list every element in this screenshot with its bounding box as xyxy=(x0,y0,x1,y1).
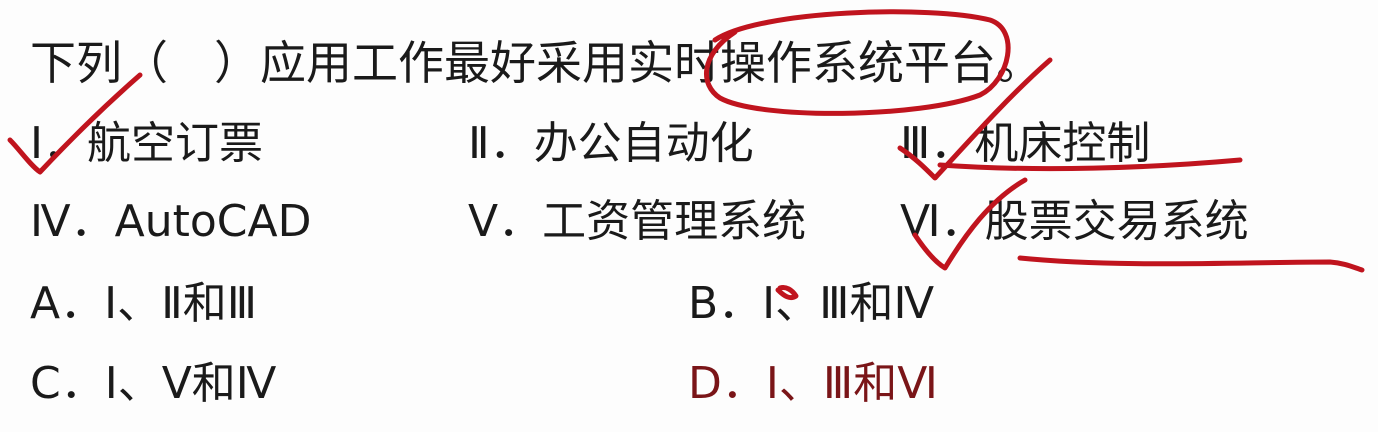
quiz-page: 下列（ ）应用工作最好采用实时操作系统平台。 Ⅰ．航空订票 Ⅱ．办公自动化 Ⅲ．… xyxy=(0,0,1378,432)
item-2: Ⅱ．办公自动化 xyxy=(468,118,754,169)
item-4: Ⅳ．AutoCAD xyxy=(30,196,312,247)
choice-d[interactable]: D．Ⅰ、Ⅲ和Ⅵ xyxy=(688,362,938,406)
choice-a[interactable]: A．Ⅰ、Ⅱ和Ⅲ xyxy=(30,282,257,326)
question-text: 下列（ ）应用工作最好采用实时操作系统平台。 xyxy=(30,36,1042,90)
choice-b[interactable]: B．Ⅰ、Ⅲ和Ⅳ xyxy=(688,282,934,326)
item-6: Ⅵ．股票交易系统 xyxy=(900,196,1249,247)
choice-c[interactable]: C．Ⅰ、Ⅴ和Ⅳ xyxy=(30,362,276,406)
item-5: Ⅴ．工资管理系统 xyxy=(468,196,807,247)
underline-icon xyxy=(1017,255,1365,273)
item-1: Ⅰ．航空订票 xyxy=(30,118,263,169)
item-3: Ⅲ．机床控制 xyxy=(900,118,1151,169)
